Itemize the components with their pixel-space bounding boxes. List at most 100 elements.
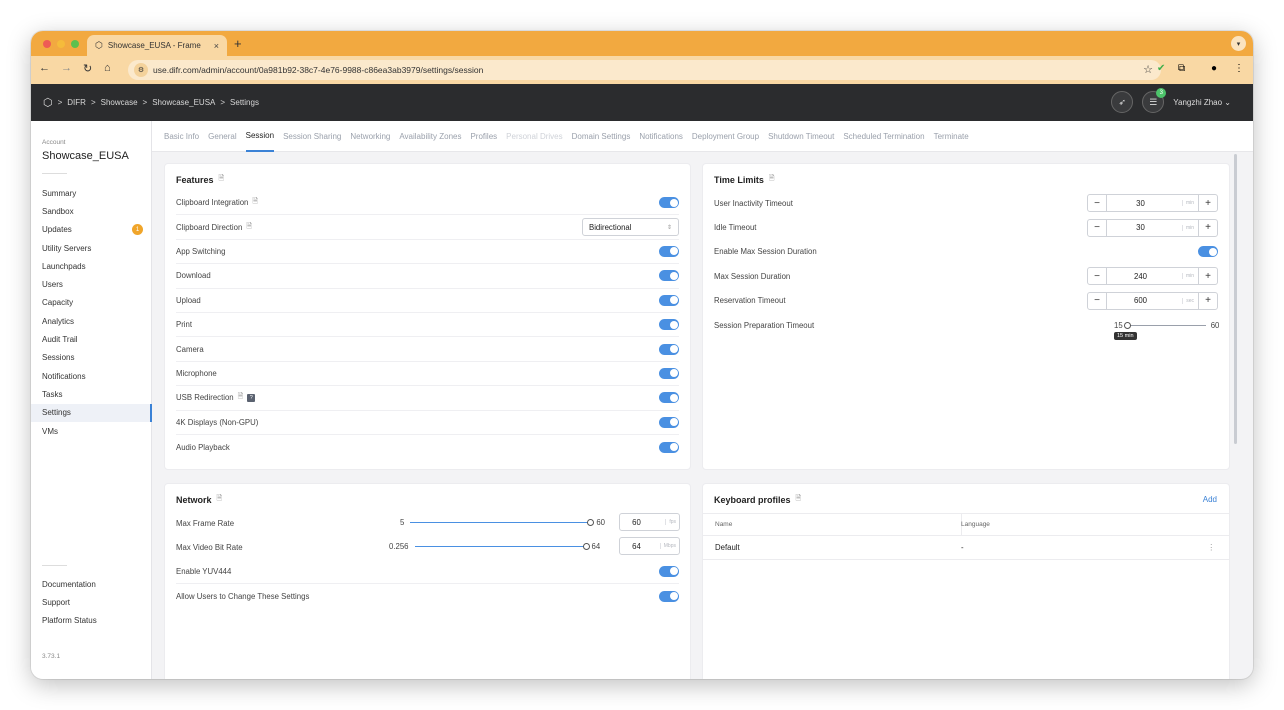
sidebar-item-capacity[interactable]: Capacity — [31, 294, 152, 312]
tab-session[interactable]: Session — [245, 121, 275, 152]
enable-max-session-toggle[interactable] — [1198, 246, 1218, 258]
chevron-down-icon[interactable]: ▾ — [1231, 36, 1246, 51]
breadcrumb-account[interactable]: Showcase_EUSA — [152, 98, 215, 107]
rocket-button[interactable]: ➶ — [1111, 91, 1134, 113]
clipboard-integration-toggle[interactable] — [659, 197, 679, 209]
doc-icon[interactable]: 🗎 — [238, 392, 244, 403]
task-list-button[interactable]: ☰ 3 — [1142, 88, 1167, 113]
sidebar-item-users[interactable]: Users — [31, 275, 152, 293]
column-header-name[interactable]: Name — [715, 521, 732, 528]
slider-track[interactable] — [410, 518, 595, 526]
microphone-toggle[interactable] — [659, 367, 679, 379]
bookmark-star-icon[interactable]: ☆ — [1143, 63, 1153, 76]
extension-check-icon[interactable]: ✔ — [1157, 63, 1165, 74]
bit-rate-input[interactable]: 64 Mbps — [619, 537, 680, 555]
increment-button[interactable]: + — [1199, 195, 1217, 211]
doc-icon[interactable]: 🗎 — [246, 222, 252, 233]
home-icon[interactable]: ⌂ — [104, 62, 111, 74]
sidebar-item-sessions[interactable]: Sessions — [31, 349, 152, 367]
stepper-value[interactable]: 240 — [1107, 272, 1174, 281]
tab-close-icon[interactable]: × — [214, 41, 219, 51]
browser-menu-icon[interactable]: ⋮ — [1234, 63, 1244, 74]
increment-button[interactable]: + — [1199, 293, 1217, 309]
slider-track[interactable] — [414, 542, 590, 550]
profile-avatar-icon[interactable]: ● — [1211, 63, 1217, 74]
preparation-slider[interactable]: 15 60 — [1114, 321, 1219, 330]
back-arrow-icon[interactable]: ← — [39, 62, 50, 74]
frame-rate-input[interactable]: 60 fps — [619, 513, 680, 531]
camera-toggle[interactable] — [659, 343, 679, 355]
browser-tab[interactable]: ⬡ Showcase_EUSA - Frame × — [87, 35, 227, 56]
frame-rate-slider[interactable]: 5 60 — [400, 518, 605, 527]
decrement-button[interactable]: − — [1088, 195, 1106, 211]
help-icon[interactable]: ? — [247, 393, 256, 402]
slider-knob[interactable] — [1123, 321, 1131, 329]
minimize-window-button[interactable] — [57, 40, 65, 48]
bit-rate-slider[interactable]: 0.256 64 — [389, 542, 600, 551]
stepper-value[interactable]: 600 — [1107, 296, 1174, 305]
sidebar-item-vms[interactable]: VMs — [31, 422, 152, 440]
url-input[interactable]: ⚙ use.difr.com/admin/account/0a981b92-38… — [128, 60, 1161, 80]
tab-general[interactable]: General — [208, 121, 236, 152]
sidebar-item-summary[interactable]: Summary — [31, 184, 152, 202]
doc-icon[interactable]: 🗎 — [252, 197, 258, 208]
tab-profiles[interactable]: Profiles — [470, 121, 497, 152]
tab-notifications[interactable]: Notifications — [639, 121, 683, 152]
slider-track[interactable] — [1123, 321, 1206, 329]
tab-shutdown-timeout[interactable]: Shutdown Timeout — [768, 121, 834, 152]
allow-users-change-toggle[interactable] — [659, 590, 679, 602]
sidebar-item-audit-trail[interactable]: Audit Trail — [31, 330, 152, 348]
tab-terminate[interactable]: Terminate — [934, 121, 969, 152]
column-header-language[interactable]: Language — [961, 521, 990, 528]
doc-icon[interactable]: 🗎 — [796, 494, 802, 505]
sidebar-item-launchpads[interactable]: Launchpads — [31, 257, 152, 275]
stepper-value[interactable]: 30 — [1107, 199, 1174, 208]
table-row[interactable]: Default - ⋮ — [703, 536, 1229, 560]
sidebar-item-analytics[interactable]: Analytics — [31, 312, 152, 330]
slider-knob[interactable] — [582, 542, 590, 550]
doc-icon[interactable]: 🗎 — [217, 494, 223, 505]
reload-icon[interactable]: ↻ — [83, 62, 92, 75]
tab-session-sharing[interactable]: Session Sharing — [283, 121, 341, 152]
zoom-window-button[interactable] — [71, 40, 79, 48]
sidebar-item-utility-servers[interactable]: Utility Servers — [31, 239, 152, 257]
decrement-button[interactable]: − — [1088, 220, 1106, 236]
user-inactivity-stepper[interactable]: −30 min + — [1087, 194, 1218, 213]
decrement-button[interactable]: − — [1088, 268, 1106, 284]
add-keyboard-profile-button[interactable]: Add — [1203, 495, 1217, 504]
breadcrumb-showcase[interactable]: Showcase — [101, 98, 138, 107]
tab-availability-zones[interactable]: Availability Zones — [399, 121, 461, 152]
max-duration-stepper[interactable]: −240 min + — [1087, 267, 1218, 286]
increment-button[interactable]: + — [1199, 220, 1217, 236]
sidebar-item-support[interactable]: Support — [31, 593, 152, 611]
sidebar-item-notifications[interactable]: Notifications — [31, 367, 152, 385]
audio-playback-toggle[interactable] — [659, 441, 679, 453]
cube-logo-icon[interactable]: ⬡ — [43, 96, 53, 109]
sidebar-item-settings[interactable]: Settings — [31, 403, 152, 422]
sidebar-item-updates[interactable]: Updates 1 — [31, 221, 152, 239]
tab-deployment-group[interactable]: Deployment Group — [692, 121, 759, 152]
increment-button[interactable]: + — [1199, 268, 1217, 284]
tab-domain-settings[interactable]: Domain Settings — [572, 121, 631, 152]
upload-toggle[interactable] — [659, 294, 679, 306]
new-tab-button[interactable]: + — [234, 36, 242, 51]
decrement-button[interactable]: − — [1088, 293, 1106, 309]
yuv444-toggle[interactable] — [659, 565, 679, 577]
slider-knob[interactable] — [587, 518, 595, 526]
stepper-value[interactable]: 30 — [1107, 223, 1174, 232]
idle-timeout-stepper[interactable]: −30 min + — [1087, 218, 1218, 237]
breadcrumb-difr[interactable]: DIFR — [67, 98, 86, 107]
close-window-button[interactable] — [43, 40, 51, 48]
sidebar-item-documentation[interactable]: Documentation — [31, 575, 152, 593]
sidebar-item-tasks[interactable]: Tasks — [31, 385, 152, 403]
puzzle-icon[interactable]: ⧉ — [1178, 63, 1185, 74]
doc-icon[interactable]: 🗎 — [769, 174, 775, 185]
print-toggle[interactable] — [659, 319, 679, 331]
more-options-icon[interactable]: ⋮ — [1207, 543, 1215, 552]
usb-redirection-toggle[interactable] — [659, 392, 679, 404]
tab-scheduled-termination[interactable]: Scheduled Termination — [843, 121, 924, 152]
sidebar-item-sandbox[interactable]: Sandbox — [31, 202, 152, 220]
app-switching-toggle[interactable] — [659, 245, 679, 257]
sidebar-item-platform-status[interactable]: Platform Status — [31, 612, 152, 630]
user-menu[interactable]: Yangzhi Zhao ⌄ — [1173, 98, 1231, 107]
